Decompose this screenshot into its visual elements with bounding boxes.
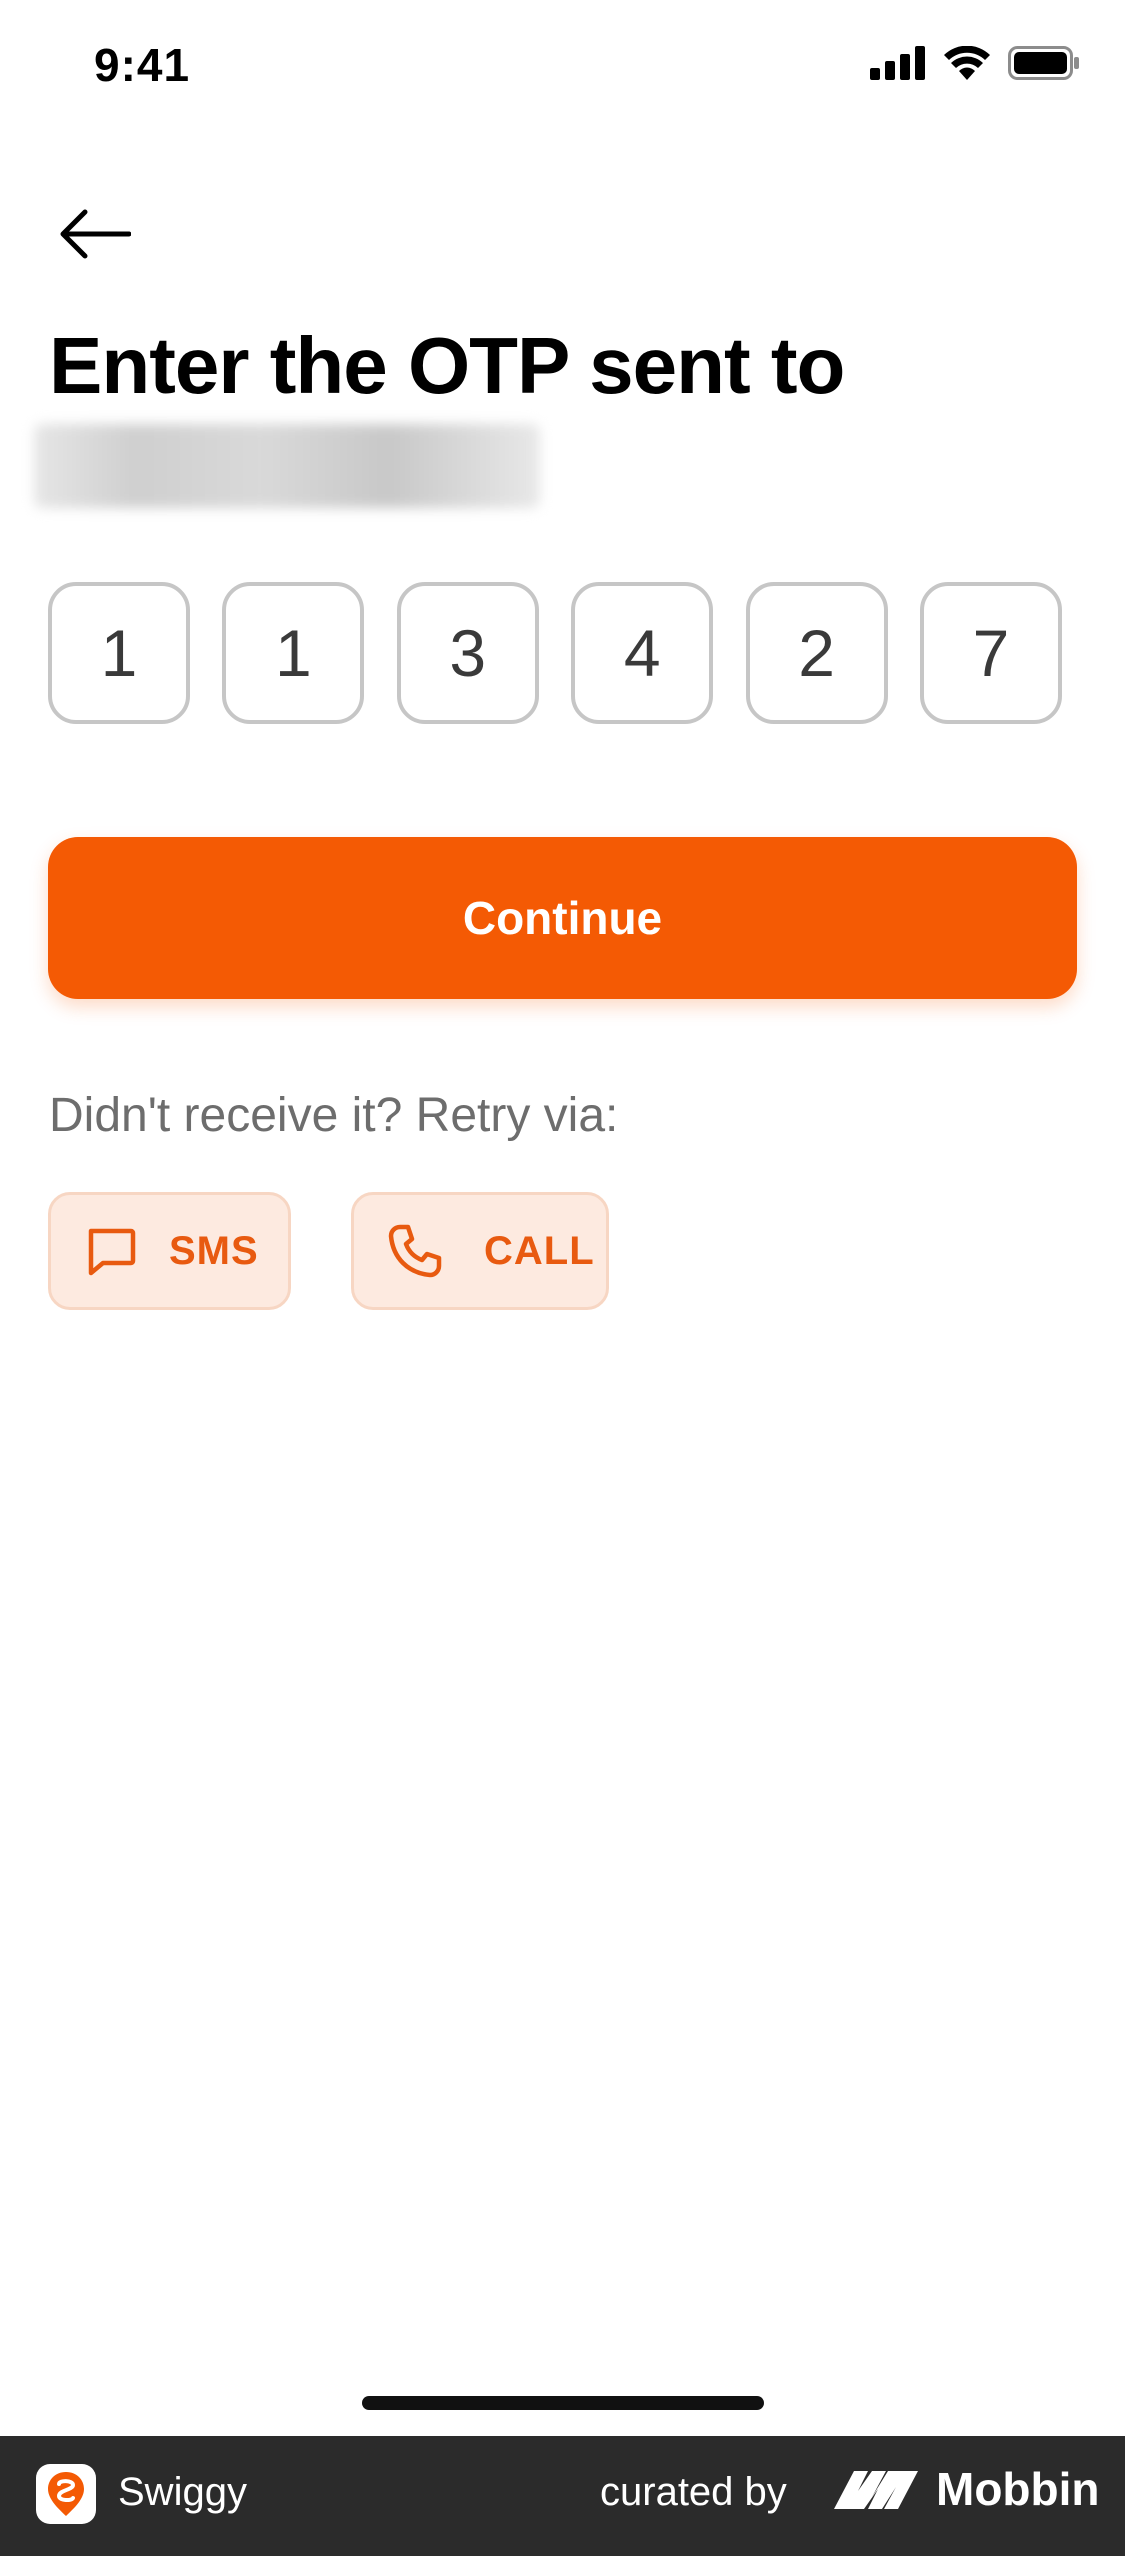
battery-icon (1008, 46, 1079, 80)
status-icons (870, 46, 1080, 80)
wifi-icon (944, 46, 990, 80)
otp-digit-3[interactable]: 3 (396, 582, 539, 724)
otp-digit-4[interactable]: 4 (571, 582, 714, 724)
home-indicator (362, 2396, 764, 2410)
mobbin-logo-icon (834, 2471, 918, 2509)
status-time: 9:41 (94, 39, 191, 91)
message-icon (88, 1228, 136, 1276)
footer-curated-by: curated by (600, 2470, 787, 2514)
masked-phone-number (34, 424, 540, 508)
status-bar: 9:41 (0, 0, 1125, 140)
retry-sms-button[interactable]: SMS (48, 1192, 291, 1310)
back-button[interactable] (50, 198, 140, 270)
continue-button[interactable]: Continue (48, 837, 1077, 999)
retry-call-button[interactable]: CALL (351, 1192, 609, 1310)
otp-digit-2[interactable]: 1 (222, 582, 365, 724)
page-title: Enter the OTP sent to (49, 321, 845, 410)
otp-input-group: 1 1 3 4 2 7 (48, 582, 1062, 724)
swiggy-logo-icon (36, 2464, 96, 2524)
call-label: CALL (484, 1228, 595, 1273)
otp-digit-6[interactable]: 7 (919, 582, 1062, 724)
otp-digit-1[interactable]: 1 (48, 582, 190, 724)
sms-label: SMS (169, 1228, 259, 1273)
footer-app-name: Swiggy (118, 2470, 247, 2514)
arrow-left-icon (60, 209, 131, 259)
otp-digit-5[interactable]: 2 (745, 582, 888, 724)
otp-screen: 9:41 Enter the OTP sent to 1 1 3 4 2 7 C… (0, 0, 1125, 2556)
mobbin-brand: Mobbin (832, 2462, 1100, 2516)
retry-prompt: Didn't receive it? Retry via: (49, 1089, 619, 1142)
footer-bar: Swiggy curated by Mobbin (0, 2436, 1125, 2556)
cellular-signal-icon (870, 46, 925, 80)
footer-brand-name: Mobbin (936, 2463, 1100, 2515)
phone-icon (388, 1224, 442, 1278)
